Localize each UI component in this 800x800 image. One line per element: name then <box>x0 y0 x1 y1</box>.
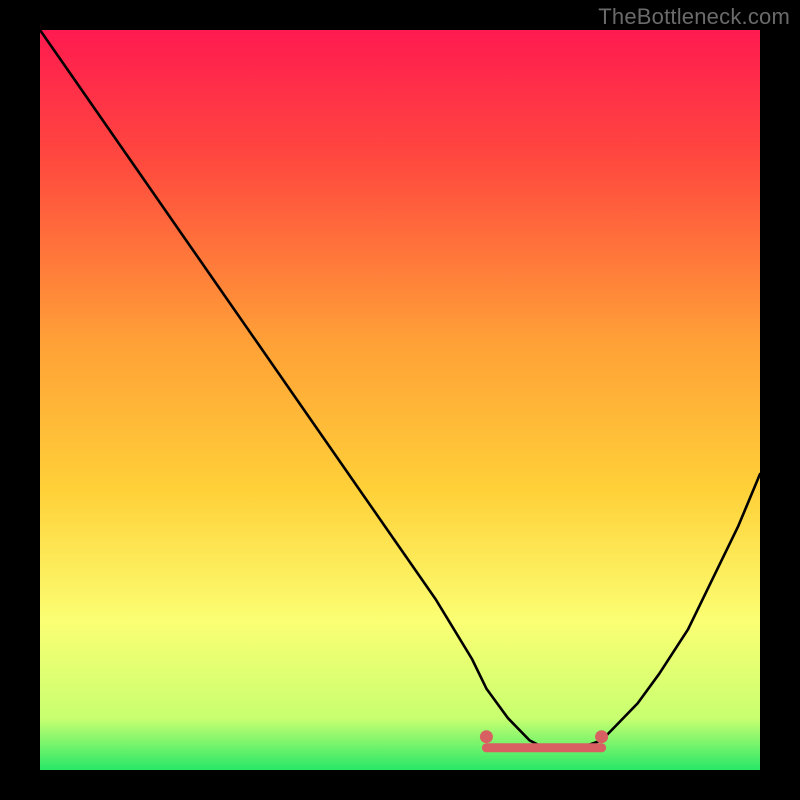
plot-area <box>40 30 760 770</box>
gradient-background <box>40 30 760 770</box>
bottleneck-chart <box>40 30 760 770</box>
optimal-marker-right <box>595 730 608 743</box>
optimal-marker-left <box>480 730 493 743</box>
watermark-text: TheBottleneck.com <box>598 4 790 30</box>
chart-frame: TheBottleneck.com <box>0 0 800 800</box>
